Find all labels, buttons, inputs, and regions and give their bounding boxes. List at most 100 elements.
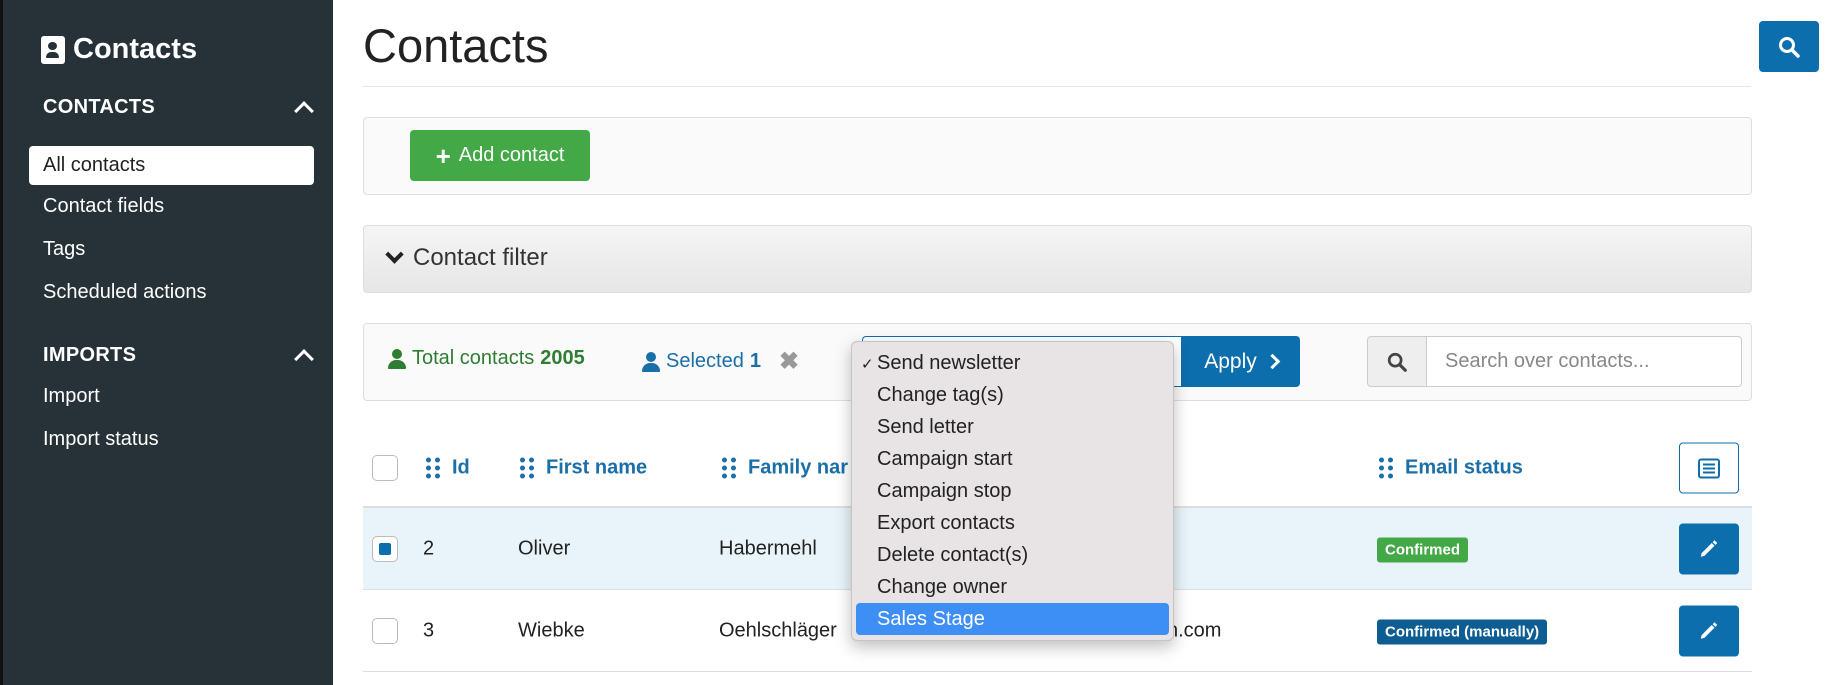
add-contact-button[interactable]: + Add contact bbox=[410, 130, 590, 181]
sidebar-item-contact-fields[interactable]: Contact fields bbox=[29, 187, 314, 226]
sidebar-item-label: All contacts bbox=[43, 154, 146, 176]
clear-selection-icon[interactable]: ✖ bbox=[779, 347, 799, 376]
menu-item-send-newsletter[interactable]: ✓ Send newsletter bbox=[852, 347, 1173, 379]
menu-item-label: Change tag(s) bbox=[877, 383, 1004, 406]
sidebar-item-tags[interactable]: Tags bbox=[29, 230, 314, 269]
cell-id: 3 bbox=[423, 619, 435, 641]
sidebar-item-label: Contact fields bbox=[43, 195, 165, 217]
column-label: Email status bbox=[1405, 456, 1523, 479]
user-icon bbox=[388, 348, 406, 369]
edit-button[interactable] bbox=[1679, 605, 1739, 656]
menu-item-change-owner[interactable]: Change owner bbox=[852, 571, 1173, 603]
menu-item-label: Send letter bbox=[877, 415, 974, 438]
sidebar-item-all-contacts[interactable]: All contacts bbox=[29, 146, 314, 185]
drag-handle-icon[interactable] bbox=[520, 457, 534, 479]
section-contacts-title: CONTACTS bbox=[43, 96, 156, 118]
selected-value: 1 bbox=[749, 350, 761, 372]
edit-button[interactable] bbox=[1679, 523, 1739, 574]
cell-family-name: Habermehl bbox=[719, 537, 817, 559]
section-contacts-header[interactable]: CONTACTS bbox=[43, 96, 315, 121]
menu-item-campaign-stop[interactable]: Campaign stop bbox=[852, 475, 1173, 507]
menu-item-campaign-start[interactable]: Campaign start bbox=[852, 443, 1173, 475]
column-header-first-name[interactable]: First name bbox=[520, 457, 647, 480]
menu-item-label: Campaign stop bbox=[877, 479, 1012, 502]
menu-item-label: Export contacts bbox=[877, 511, 1015, 534]
cell-family-name: Oehlschläger bbox=[719, 619, 837, 641]
menu-item-export-contacts[interactable]: Export contacts bbox=[852, 507, 1173, 539]
sidebar-item-import[interactable]: Import bbox=[29, 377, 314, 416]
status-badge: Confirmed bbox=[1377, 537, 1468, 562]
user-icon bbox=[642, 351, 660, 372]
contact-filter-toggle[interactable]: Contact filter bbox=[385, 244, 548, 272]
menu-item-label: Send newsletter bbox=[877, 351, 1021, 374]
row-checkbox[interactable] bbox=[372, 617, 398, 644]
menu-item-delete-contacts[interactable]: Delete contact(s) bbox=[852, 539, 1173, 571]
menu-item-sales-stage[interactable]: Sales Stage bbox=[856, 603, 1169, 635]
menu-item-change-tags[interactable]: Change tag(s) bbox=[852, 379, 1173, 411]
total-contacts-value: 2005 bbox=[540, 347, 585, 369]
drag-handle-icon[interactable] bbox=[426, 457, 440, 479]
cell-first-name: Oliver bbox=[518, 537, 571, 559]
menu-item-label: Change owner bbox=[877, 575, 1008, 598]
selected-contacts: Selected 1 ✖ bbox=[642, 347, 799, 376]
sidebar: Contacts CONTACTS All contacts Contact f… bbox=[0, 0, 333, 685]
brand-label: Contacts bbox=[73, 33, 198, 65]
column-settings-button[interactable] bbox=[1679, 442, 1739, 494]
total-contacts: Total contacts 2005 bbox=[388, 347, 585, 370]
toolbar-panel: + Add contact bbox=[363, 117, 1752, 195]
contact-filter-panel[interactable]: Contact filter bbox=[363, 225, 1752, 293]
search-input[interactable] bbox=[1426, 336, 1742, 387]
menu-item-label: Sales Stage bbox=[877, 607, 985, 630]
chevron-right-icon bbox=[1264, 353, 1281, 370]
page-title: Contacts bbox=[363, 19, 549, 72]
chevron-up-icon bbox=[294, 100, 314, 121]
drag-handle-icon[interactable] bbox=[722, 457, 736, 479]
column-label: First name bbox=[546, 456, 648, 479]
search-icon bbox=[1779, 36, 1800, 58]
sidebar-item-label: Import bbox=[43, 385, 100, 407]
total-contacts-label: Total contacts bbox=[412, 347, 535, 369]
chevron-up-icon bbox=[294, 348, 314, 369]
cell-id: 2 bbox=[423, 537, 435, 559]
pencil-icon bbox=[1700, 540, 1718, 557]
divider bbox=[363, 86, 1751, 87]
selected-label: Selected bbox=[666, 350, 744, 372]
drag-handle-icon[interactable] bbox=[1379, 457, 1393, 479]
search-addon bbox=[1367, 336, 1427, 387]
menu-item-label: Delete contact(s) bbox=[877, 543, 1029, 566]
column-header-email-status[interactable]: Email status bbox=[1379, 457, 1523, 480]
column-header-family-name[interactable]: Family nar bbox=[722, 457, 848, 480]
cell-first-name: Wiebke bbox=[518, 619, 585, 641]
global-search-button[interactable] bbox=[1759, 21, 1819, 72]
apply-label: Apply bbox=[1204, 349, 1257, 373]
action-dropdown-menu: ✓ Send newsletter Change tag(s) Send let… bbox=[851, 341, 1174, 641]
list-icon bbox=[1698, 458, 1720, 478]
section-imports-title: IMPORTS bbox=[43, 344, 137, 366]
sidebar-item-label: Import status bbox=[43, 428, 159, 450]
brand[interactable]: Contacts bbox=[41, 33, 197, 66]
column-label: Family nar bbox=[748, 456, 849, 479]
contact-card-icon bbox=[41, 35, 65, 64]
sidebar-item-scheduled-actions[interactable]: Scheduled actions bbox=[29, 273, 314, 312]
menu-item-send-letter[interactable]: Send letter bbox=[852, 411, 1173, 443]
select-all-checkbox[interactable] bbox=[372, 455, 398, 481]
checkmark-icon: ✓ bbox=[861, 356, 874, 373]
column-label: Id bbox=[452, 456, 470, 479]
search-icon bbox=[1387, 352, 1407, 372]
column-header-id[interactable]: Id bbox=[426, 457, 470, 480]
menu-item-label: Campaign start bbox=[877, 447, 1013, 470]
cell-email: n.com bbox=[1167, 619, 1222, 641]
section-imports-header[interactable]: IMPORTS bbox=[43, 344, 315, 369]
sidebar-item-import-status[interactable]: Import status bbox=[29, 420, 314, 459]
contact-filter-label: Contact filter bbox=[413, 244, 548, 271]
chevron-down-icon bbox=[385, 244, 404, 264]
add-contact-label: Add contact bbox=[458, 144, 565, 166]
row-checkbox[interactable] bbox=[372, 535, 398, 562]
status-badge: Confirmed (manually) bbox=[1377, 619, 1548, 644]
cell-email-status: Confirmed bbox=[1377, 537, 1468, 562]
apply-button[interactable]: Apply bbox=[1182, 336, 1300, 387]
pencil-icon bbox=[1700, 622, 1718, 639]
sidebar-item-label: Tags bbox=[43, 238, 86, 260]
sidebar-item-label: Scheduled actions bbox=[43, 281, 207, 303]
cell-email-status: Confirmed (manually) bbox=[1377, 619, 1548, 644]
